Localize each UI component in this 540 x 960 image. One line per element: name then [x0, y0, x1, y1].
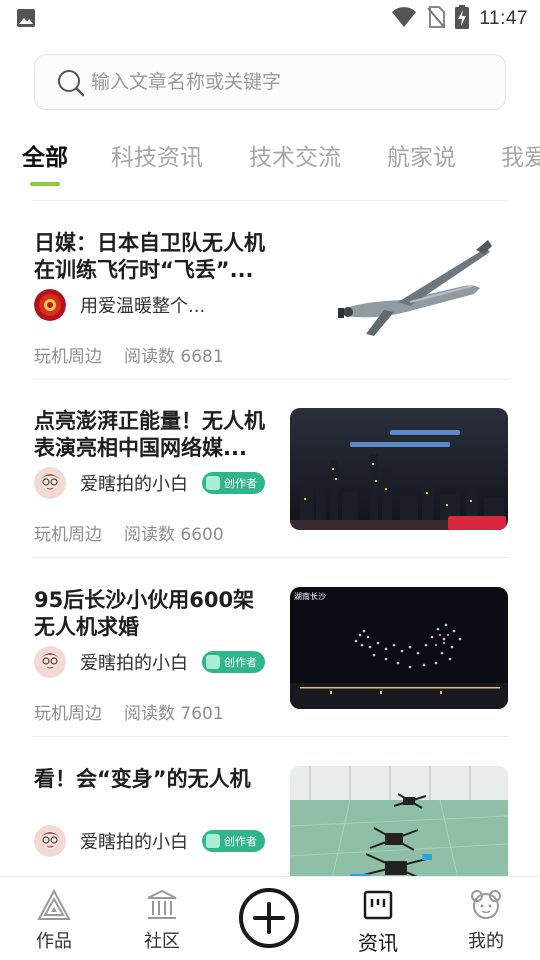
battery-charging-icon	[455, 5, 470, 33]
creator-icon	[206, 476, 220, 490]
creator-badge: 创作者	[202, 830, 265, 852]
avatar	[34, 289, 66, 321]
avatar	[34, 825, 66, 857]
thumbnail-caption: 湖南长沙	[294, 591, 326, 601]
article-author[interactable]: 用爱温暖整个...	[34, 288, 205, 322]
tabs-divider	[32, 200, 508, 201]
article-views: 阅读数 6600	[124, 525, 224, 545]
search-icon	[57, 69, 85, 101]
image-icon	[16, 8, 36, 32]
author-name: 用爱温暖整个...	[80, 296, 206, 317]
search-input[interactable]	[91, 68, 491, 96]
article-meta: 玩机周边 阅读数 7601	[34, 699, 224, 724]
wifi-icon	[391, 6, 417, 32]
status-bar: 11:47	[0, 0, 540, 36]
tab-tech-news[interactable]: 科技资讯	[111, 138, 203, 172]
triangle-icon	[37, 888, 71, 925]
creator-icon	[206, 834, 220, 848]
avatar	[34, 467, 66, 499]
thumbnail-quadcopter-drones	[290, 766, 508, 888]
article-title: 日媒：日本自卫队无人机在训练飞行时“飞丢”...	[34, 231, 265, 282]
tab-all[interactable]: 全部	[22, 138, 68, 172]
category-tabs: 全部 科技资讯 技术交流 航家说 我爱	[0, 138, 540, 190]
nav-works[interactable]: 作品	[14, 888, 94, 953]
bottom-nav: 作品 社区 资讯 我的	[0, 876, 540, 960]
nav-profile[interactable]: 我的	[446, 889, 526, 953]
add-circle-icon	[238, 888, 300, 953]
article-author[interactable]: 爱瞎拍的小白 创作者	[34, 645, 265, 679]
no-sim-icon	[427, 6, 446, 32]
creator-badge: 创作者	[202, 472, 265, 494]
building-icon	[146, 889, 178, 925]
thumbnail-city-night-drone-show	[290, 408, 508, 530]
article-category: 玩机周边	[34, 525, 102, 545]
thumbnail-drone-plane	[314, 238, 504, 348]
creator-icon	[206, 655, 220, 669]
article-views: 阅读数 6681	[124, 347, 224, 367]
article-item[interactable]: 95后长沙小伙用600架无人机求婚 爱瞎拍的小白 创作者 玩机周边 阅读数 760…	[32, 559, 508, 737]
nav-label: 社区	[144, 931, 180, 952]
article-views: 阅读数 7601	[124, 704, 224, 724]
profile-icon	[469, 890, 503, 925]
status-time: 11:47	[479, 8, 528, 29]
nav-label: 资讯	[358, 931, 398, 955]
thumbnail-drone-light-show: 湖南长沙	[290, 587, 508, 709]
author-name: 爱瞎拍的小白	[80, 653, 188, 674]
article-category: 玩机周边	[34, 704, 102, 724]
article-item[interactable]: 点亮澎湃正能量！无人机表演亮相中国网络媒... 爱瞎拍的小白 创作者 玩机周边 阅…	[32, 380, 508, 558]
article-category: 玩机周边	[34, 347, 102, 367]
tab-tech-exchange[interactable]: 技术交流	[249, 138, 341, 172]
tab-active-indicator	[30, 182, 60, 186]
creator-badge: 创作者	[202, 651, 265, 673]
tab-i-love[interactable]: 我爱	[501, 138, 540, 172]
add-button[interactable]	[238, 887, 300, 949]
news-icon	[362, 890, 394, 925]
avatar	[34, 646, 66, 678]
author-name: 爱瞎拍的小白	[80, 474, 188, 495]
article-author[interactable]: 爱瞎拍的小白 创作者	[34, 824, 265, 858]
article-title: 看！会“变身”的无人机	[34, 767, 251, 791]
nav-label: 我的	[468, 931, 504, 952]
article-author[interactable]: 爱瞎拍的小白 创作者	[34, 466, 265, 500]
article-meta: 玩机周边 阅读数 6600	[34, 520, 224, 545]
article-title: 点亮澎湃正能量！无人机表演亮相中国网络媒...	[34, 409, 265, 460]
nav-label: 作品	[36, 931, 72, 952]
search-bar[interactable]	[34, 54, 506, 110]
nav-news[interactable]: 资讯	[338, 889, 418, 956]
author-name: 爱瞎拍的小白	[80, 832, 188, 853]
nav-community[interactable]: 社区	[122, 889, 202, 953]
tab-hangjia-says[interactable]: 航家说	[387, 138, 456, 172]
article-title: 95后长沙小伙用600架无人机求婚	[34, 588, 255, 639]
article-meta: 玩机周边 阅读数 6681	[34, 342, 224, 367]
article-item[interactable]: 日媒：日本自卫队无人机在训练飞行时“飞丢”... 用爱温暖整个... 玩机周边 阅…	[32, 202, 508, 380]
